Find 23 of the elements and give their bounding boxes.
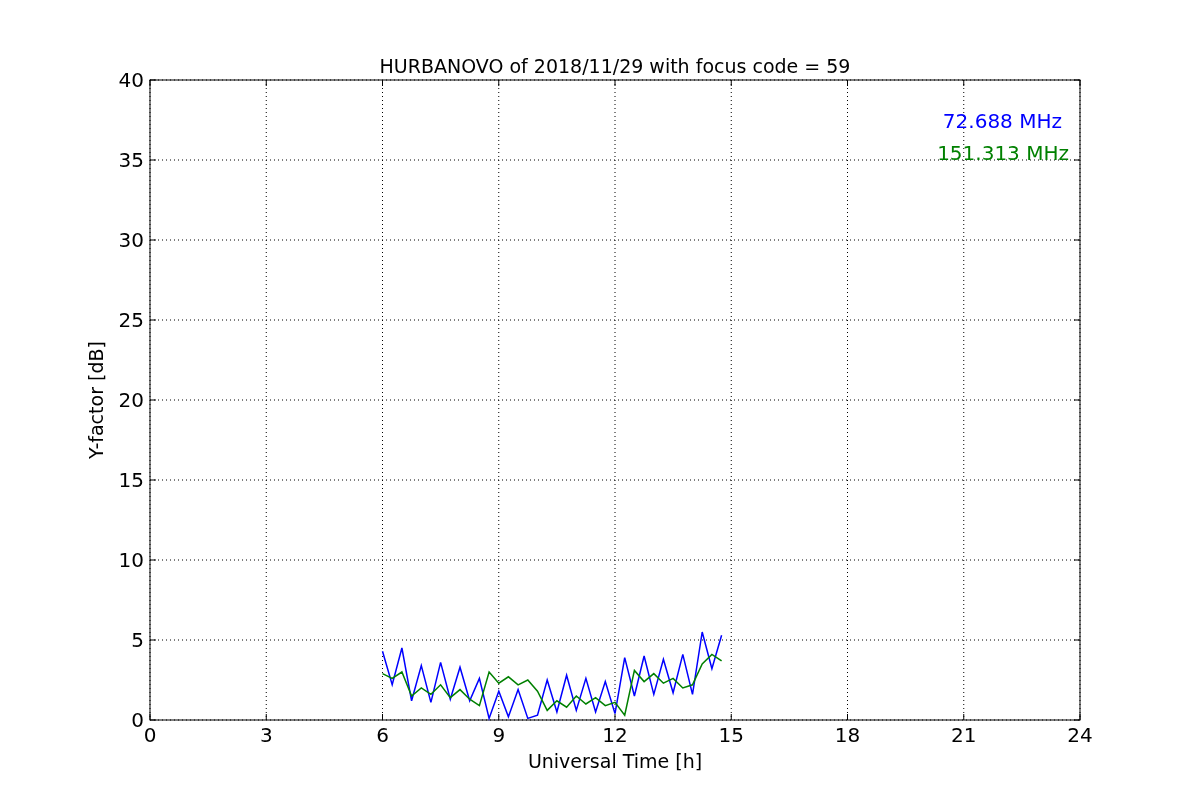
tick-label: 0 [143, 723, 157, 747]
axis-label: Y-factor [dB] [85, 341, 107, 459]
tick-label: 10 [118, 548, 144, 572]
tick-label: 5 [131, 628, 144, 652]
tick-label: 12 [602, 723, 628, 747]
tick-label: 0 [131, 708, 144, 732]
tick-label: 35 [118, 148, 144, 172]
tick-label: 24 [1067, 723, 1093, 747]
tick-label: 9 [492, 723, 506, 747]
tick-label: 40 [118, 68, 144, 92]
tick-label: 6 [376, 723, 389, 747]
tick-label: 25 [118, 308, 144, 332]
legend-label: 151.313 MHz [937, 141, 1069, 165]
axis-label: Universal Time [h] [527, 750, 703, 772]
tick-label: 20 [118, 388, 144, 412]
tick-label: 3 [259, 723, 273, 747]
tick-label: 30 [118, 228, 144, 252]
chart-title: HURBANOVO of 2018/11/29 with focus code = 59 [379, 55, 851, 77]
tick-label: 21 [951, 723, 977, 747]
tick-label: 18 [834, 723, 861, 747]
legend-label: 72.688 MHz [942, 109, 1062, 133]
tick-label: 15 [118, 468, 144, 492]
tick-label: 15 [718, 723, 744, 747]
